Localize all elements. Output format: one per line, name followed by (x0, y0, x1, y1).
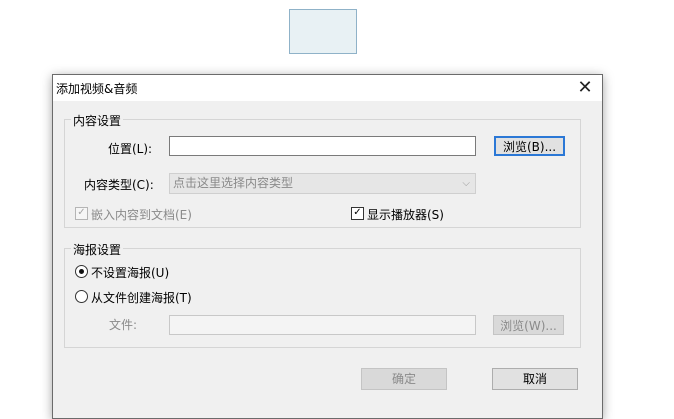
cancel-button[interactable]: 取消 (492, 368, 578, 390)
poster-from-file-label: 从文件创建海报(T) (91, 291, 192, 305)
add-video-audio-dialog: 添加视频&音频 ✕ 内容设置 位置(L): 浏览(B)... 内容类型(C): … (52, 74, 603, 419)
embed-checkbox[interactable]: ✓ (75, 207, 88, 220)
embed-label: 嵌入内容到文档(E) (91, 208, 192, 222)
dialog-title: 添加视频&音频 (56, 82, 138, 96)
show-player-label: 显示播放器(S) (367, 208, 444, 222)
no-poster-radio[interactable] (75, 265, 88, 278)
browse-poster-button[interactable]: 浏览(W)... (493, 315, 564, 335)
poster-file-input[interactable] (169, 315, 476, 335)
close-icon[interactable]: ✕ (574, 77, 596, 99)
ok-button[interactable]: 确定 (361, 368, 447, 390)
poster-from-file-radio[interactable] (75, 290, 88, 303)
browse-content-button[interactable]: 浏览(B)... (494, 136, 565, 156)
location-label: 位置(L): (108, 142, 153, 156)
content-settings-label: 内容设置 (71, 112, 124, 129)
location-input[interactable] (169, 136, 476, 156)
document-shape (289, 9, 357, 54)
content-type-value: 点击这里选择内容类型 (173, 176, 294, 190)
poster-settings-label: 海报设置 (71, 241, 124, 258)
chevron-down-icon: ⌵ (462, 178, 470, 189)
no-poster-label: 不设置海报(U) (91, 266, 170, 280)
content-type-select[interactable]: 点击这里选择内容类型 ⌵ (169, 173, 476, 194)
dialog-titlebar: 添加视频&音频 ✕ (53, 75, 602, 101)
content-type-label: 内容类型(C): (84, 178, 154, 192)
poster-file-label: 文件: (109, 318, 138, 332)
show-player-checkbox[interactable]: ✓ (351, 207, 364, 220)
